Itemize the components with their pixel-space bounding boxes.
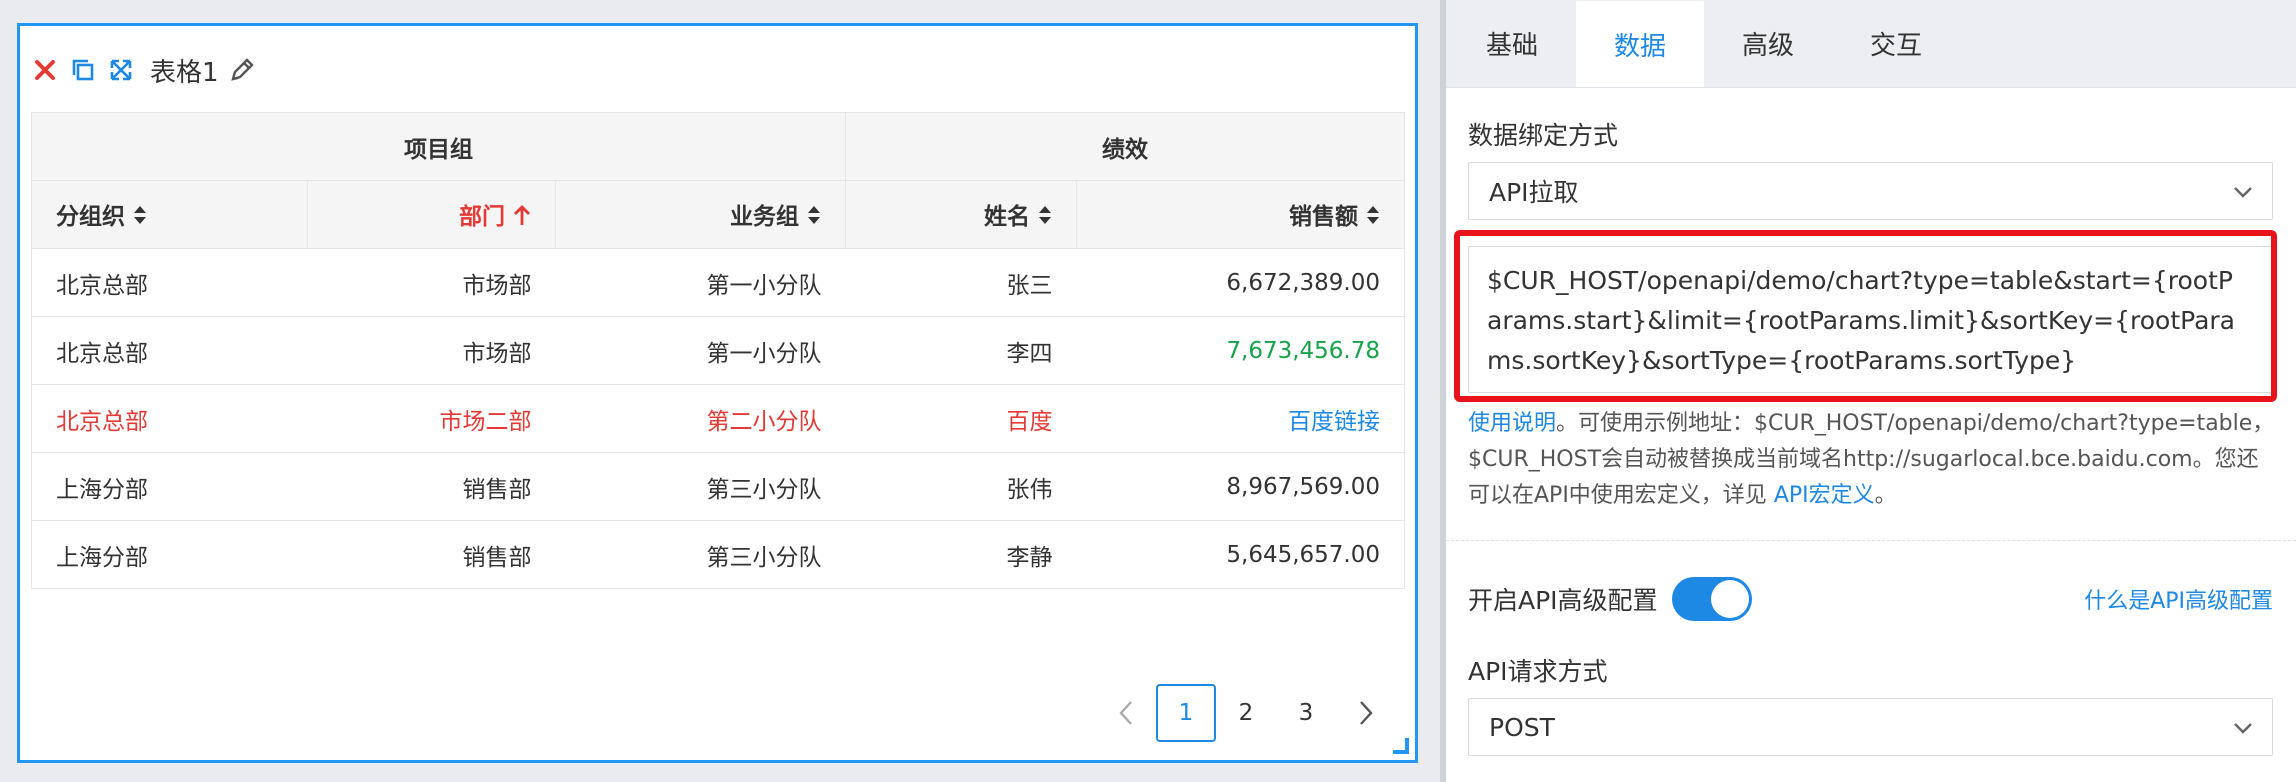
chevron-down-icon (2234, 187, 2252, 198)
cell-sales: 6,672,389.00 (1076, 248, 1406, 317)
api-url-textarea[interactable]: $CUR_HOST/openapi/demo/chart?type=table&… (1468, 246, 2273, 393)
column-header-label: 分组织 (56, 204, 125, 231)
cell-dept: 市场部 (307, 316, 556, 385)
binding-label: 数据绑定方式 (1468, 121, 1619, 150)
help-link-macro[interactable]: API宏定义 (1774, 483, 1875, 508)
group-header-performance: 绩效 (845, 112, 1406, 181)
column-header-row: 分组织 部门 业务组 姓名 销售额 (31, 180, 1406, 249)
tab-basic[interactable]: 基础 (1446, 0, 1576, 87)
binding-select-value: API拉取 (1489, 178, 1579, 207)
cell-sales-link[interactable]: 百度链接 (1076, 384, 1406, 453)
table-row: 上海分部 销售部 第三小分队 李静 5,645,657.00 (31, 520, 1406, 589)
advanced-config-toggle[interactable] (1671, 577, 1752, 621)
cell-name: 张伟 (845, 452, 1077, 521)
chevron-down-icon (2234, 723, 2252, 734)
prev-page-button[interactable] (1096, 684, 1156, 742)
column-header-dept[interactable]: 部门 (307, 180, 556, 249)
group-header-row: 项目组 绩效 (30, 112, 1406, 181)
column-header-org[interactable]: 分组织 (31, 180, 308, 249)
column-header-name[interactable]: 姓名 (845, 180, 1078, 249)
column-header-label: 销售额 (1289, 204, 1359, 231)
widget-title: 表格1 (150, 57, 219, 88)
cell-org: 北京总部 (31, 248, 308, 317)
help-link-usage[interactable]: 使用说明 (1468, 411, 1556, 436)
cell-name: 百度 (845, 384, 1077, 453)
cell-name: 李四 (845, 316, 1077, 385)
column-header-label: 姓名 (984, 204, 1031, 231)
pencil-icon[interactable] (227, 55, 257, 85)
table-row: 北京总部 市场部 第一小分队 张三 6,672,389.00 (31, 248, 1406, 317)
column-header-business[interactable]: 业务组 (554, 180, 847, 249)
page-button-1[interactable]: 1 (1156, 684, 1216, 742)
config-panel: 基础 数据 高级 交互 数据绑定方式 API拉取 $CUR_HOST/opena… (1446, 0, 2296, 782)
panel-tabs: 基础 数据 高级 交互 (1446, 0, 2296, 88)
column-header-label: 部门 (459, 204, 505, 231)
section-separator (1446, 540, 2296, 541)
cell-dept: 销售部 (307, 520, 556, 589)
table-row: 北京总部 市场二部 第二小分队 百度 百度链接 (31, 384, 1406, 453)
sort-icon[interactable] (807, 204, 821, 232)
advanced-config-row: 开启API高级配置 什么是API高级配置 (1468, 576, 2273, 622)
resize-handle[interactable] (1393, 738, 1409, 754)
data-table: 项目组 绩效 分组织 部门 业务组 姓名 销售额 北京总部 市场部 第一小分队 … (30, 112, 1406, 589)
column-header-label: 业务组 (730, 204, 800, 231)
cell-sales: 5,645,657.00 (1076, 520, 1406, 589)
sort-icon[interactable] (1366, 204, 1380, 232)
advanced-config-help-link[interactable]: 什么是API高级配置 (2084, 583, 2273, 615)
group-header-project: 项目组 (30, 112, 847, 181)
cell-sales: 8,967,569.00 (1076, 452, 1406, 521)
table-widget[interactable]: 表格1 项目组 绩效 分组织 部门 业务组 姓名 销售额 北京总部 市场部 第一… (17, 23, 1418, 763)
binding-select[interactable]: API拉取 (1468, 162, 2273, 220)
page-button-2[interactable]: 2 (1216, 684, 1276, 742)
pagination: 1 2 3 (1096, 684, 1396, 742)
api-url-text: $CUR_HOST/openapi/demo/chart?type=table&… (1487, 266, 2235, 375)
cell-business: 第三小分队 (555, 520, 846, 589)
column-header-sales[interactable]: 销售额 (1076, 180, 1406, 249)
method-label: API请求方式 (1468, 657, 1608, 686)
cell-org: 上海分部 (31, 520, 308, 589)
page-button-3[interactable]: 3 (1276, 684, 1336, 742)
table-row: 北京总部 市场部 第一小分队 李四 7,673,456.78 (31, 316, 1406, 385)
next-page-button[interactable] (1336, 684, 1396, 742)
help-end: 。 (1874, 483, 1897, 508)
chevron-left-icon (1119, 701, 1132, 725)
close-icon[interactable] (30, 55, 60, 85)
cell-business: 第二小分队 (555, 384, 846, 453)
table-row: 上海分部 销售部 第三小分队 张伟 8,967,569.00 (31, 452, 1406, 521)
sort-icon[interactable] (1038, 204, 1052, 232)
tab-interaction[interactable]: 交互 (1832, 0, 1960, 87)
cell-dept: 销售部 (307, 452, 556, 521)
cell-name: 李静 (845, 520, 1077, 589)
cell-name: 张三 (845, 248, 1077, 317)
help-text: 使用说明。可使用示例地址：$CUR_HOST/openapi/demo/char… (1468, 406, 2276, 514)
method-select[interactable]: POST (1468, 698, 2273, 756)
canvas: 表格1 项目组 绩效 分组织 部门 业务组 姓名 销售额 北京总部 市场部 第一… (0, 0, 1440, 782)
widget-toolbar: 表格1 (30, 50, 257, 90)
cell-org: 北京总部 (31, 316, 308, 385)
cell-dept: 市场二部 (307, 384, 556, 453)
method-select-value: POST (1489, 712, 1555, 742)
cell-org: 上海分部 (31, 452, 308, 521)
sort-asc-icon[interactable] (513, 204, 531, 232)
tab-data[interactable]: 数据 (1576, 1, 1705, 87)
cell-business: 第一小分队 (555, 316, 846, 385)
cell-dept: 市场部 (307, 248, 556, 317)
cell-sales: 7,673,456.78 (1076, 316, 1406, 385)
cell-business: 第一小分队 (555, 248, 846, 317)
advanced-config-label: 开启API高级配置 (1468, 586, 1658, 615)
chevron-right-icon (1360, 701, 1373, 725)
tab-advanced[interactable]: 高级 (1704, 0, 1832, 87)
toggle-knob (1710, 580, 1749, 618)
sort-icon[interactable] (133, 204, 147, 232)
copy-icon[interactable] (68, 55, 98, 85)
expand-icon[interactable] (106, 55, 136, 85)
cell-org: 北京总部 (31, 384, 308, 453)
cell-business: 第三小分队 (555, 452, 846, 521)
